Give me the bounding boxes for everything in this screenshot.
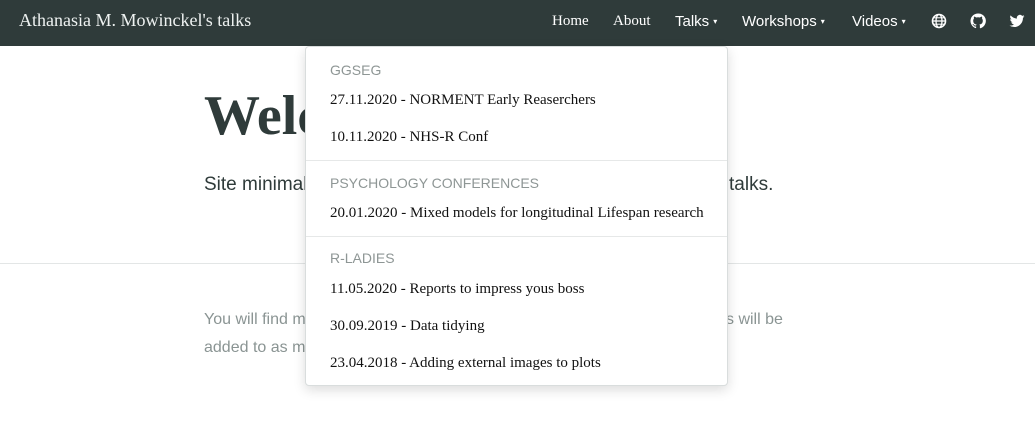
nav-home[interactable]: Home <box>552 13 589 30</box>
site-brand[interactable]: Athanasia M. Mowinckel's talks <box>19 10 251 31</box>
nav-videos-label: Videos <box>852 13 898 30</box>
dropdown-header-ggseg: GGSEG <box>330 62 382 78</box>
chevron-down-icon: ▾ <box>820 17 825 26</box>
globe-icon[interactable] <box>931 13 947 29</box>
body-paragraph-line-1: You will find m <box>204 311 306 328</box>
dropdown-item[interactable]: 10.11.2020 - NHS-R Conf <box>330 129 488 146</box>
chevron-down-icon: ▾ <box>901 17 906 26</box>
dropdown-divider <box>306 160 727 161</box>
dropdown-item[interactable]: 30.09.2019 - Data tidying <box>330 318 485 335</box>
dropdown-item[interactable]: 20.01.2020 - Mixed models for longitudin… <box>330 205 704 222</box>
nav-about-label: About <box>613 13 651 29</box>
nav-workshops-dropdown[interactable]: Workshops ▾ <box>742 13 825 30</box>
dropdown-header-psychology-conferences: PSYCHOLOGY CONFERENCES <box>330 175 540 191</box>
github-icon[interactable] <box>970 13 986 29</box>
top-navbar: Athanasia M. Mowinckel's talks Home Abou… <box>0 0 1035 46</box>
dropdown-item[interactable]: 23.04.2018 - Adding external images to p… <box>330 355 601 372</box>
dropdown-divider <box>306 236 727 237</box>
nav-home-label: Home <box>552 13 589 29</box>
dropdown-header-r-ladies: R-LADIES <box>330 250 395 266</box>
talks-dropdown-menu: GGSEG 27.11.2020 - NORMENT Early Reaserc… <box>305 46 728 386</box>
nav-workshops-label: Workshops <box>742 13 817 30</box>
nav-talks-label: Talks <box>675 13 710 30</box>
dropdown-item[interactable]: 27.11.2020 - NORMENT Early Reaserchers <box>330 92 596 109</box>
chevron-down-icon: ▾ <box>713 17 718 26</box>
nav-videos-dropdown[interactable]: Videos ▾ <box>852 13 906 30</box>
nav-talks-dropdown[interactable]: Talks ▾ <box>675 13 717 30</box>
body-paragraph-line-1-end: s will be <box>726 311 783 328</box>
twitter-icon[interactable] <box>1009 13 1025 29</box>
body-paragraph-line-2: added to as m <box>204 339 306 356</box>
nav-about[interactable]: About <box>613 13 651 30</box>
intro-text-end: talks. <box>729 174 774 195</box>
dropdown-item[interactable]: 11.05.2020 - Reports to impress yous bos… <box>330 281 584 298</box>
